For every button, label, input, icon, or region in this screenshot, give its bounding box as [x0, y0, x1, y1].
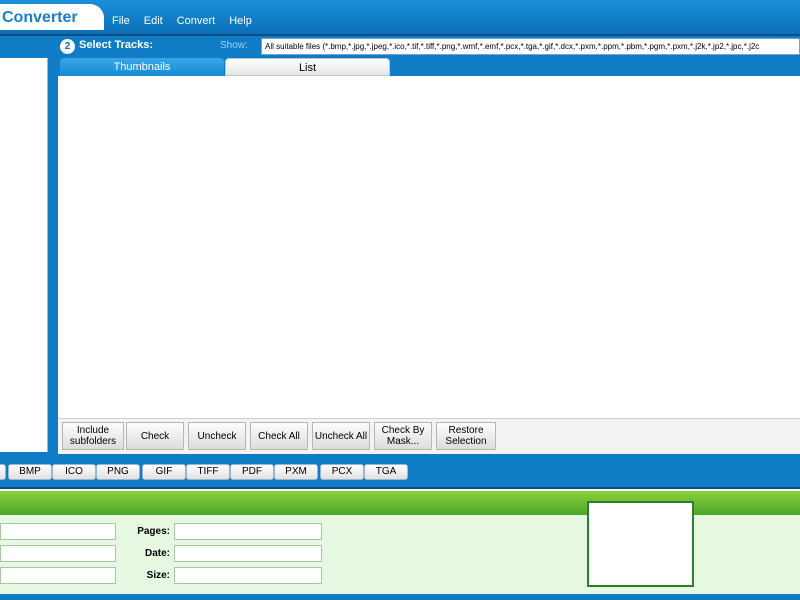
check-all-button[interactable]: Check All [250, 422, 308, 450]
restore-selection-button[interactable]: Restore Selection [436, 422, 496, 450]
title-bar: Converter File Edit Convert Help [0, 0, 800, 36]
show-label: Show: [220, 40, 248, 51]
date-value-field [174, 545, 322, 562]
size-value-field [174, 567, 322, 584]
menu-bar: File Edit Convert Help [112, 15, 252, 27]
format-tiff-button[interactable]: TIFF [186, 464, 230, 480]
select-tracks-title: Select Tracks: [79, 39, 153, 51]
file-filter-select[interactable]: All suitable files (*.bmp,*.jpg,*.jpeg,*… [261, 38, 800, 55]
menu-convert[interactable]: Convert [177, 15, 216, 27]
info-field-3 [0, 567, 116, 584]
format-pxm-button[interactable]: PXM [274, 464, 318, 480]
selection-toolbar: Include subfolders Check Uncheck Check A… [58, 418, 800, 454]
uncheck-button[interactable]: Uncheck [188, 422, 246, 450]
format-ico-button[interactable]: ICO [52, 464, 96, 480]
folder-tree[interactable] [0, 58, 48, 452]
app-title: Converter [2, 9, 78, 26]
format-png-button[interactable]: PNG [96, 464, 140, 480]
menu-edit[interactable]: Edit [144, 15, 163, 27]
tracks-panel: 2 Select Tracks: Show: All suitable file… [53, 36, 800, 456]
check-button[interactable]: Check [126, 422, 184, 450]
thumbnails-view[interactable] [58, 76, 800, 418]
tab-list[interactable]: List [225, 58, 390, 76]
format-pdf-button[interactable]: PDF [230, 464, 274, 480]
menu-file[interactable]: File [112, 15, 130, 27]
format-pcx-button[interactable]: PCX [320, 464, 364, 480]
step-number-badge: 2 [60, 39, 75, 54]
bottom-border [0, 594, 800, 600]
image-preview [587, 501, 694, 587]
format-button-partial[interactable] [0, 464, 6, 480]
format-gif-button[interactable]: GIF [142, 464, 186, 480]
uncheck-all-button[interactable]: Uncheck All [312, 422, 370, 450]
date-label: Date: [144, 548, 170, 559]
size-label: Size: [146, 570, 170, 581]
folder-panel [0, 36, 53, 456]
pages-value-field [174, 523, 322, 540]
check-by-mask-button[interactable]: Check By Mask... [374, 422, 432, 450]
file-info-panel: Pages: Date: Size: [0, 491, 800, 600]
format-toolbar: BMP ICO PNG GIF TIFF PDF PXM PCX TGA [0, 456, 800, 489]
format-bmp-button[interactable]: BMP [8, 464, 52, 480]
tab-thumbnails[interactable]: Thumbnails [60, 58, 224, 76]
info-field-2 [0, 545, 116, 562]
menu-help[interactable]: Help [229, 15, 252, 27]
pages-label: Pages: [137, 526, 170, 537]
info-field-1 [0, 523, 116, 540]
app-logo: Converter [0, 4, 104, 30]
format-tga-button[interactable]: TGA [364, 464, 408, 480]
include-subfolders-button[interactable]: Include subfolders [62, 422, 124, 450]
